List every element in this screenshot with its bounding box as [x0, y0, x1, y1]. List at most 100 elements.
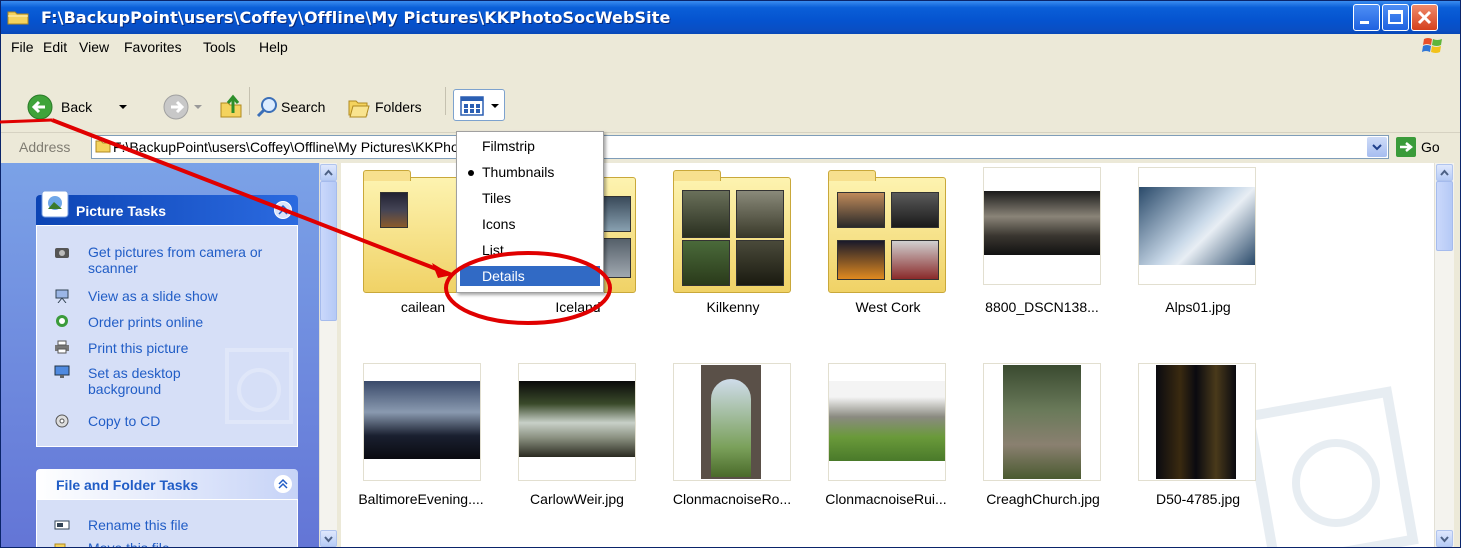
- task-copy-to-cd[interactable]: Copy to CD: [88, 413, 160, 429]
- menu-option-tiles[interactable]: Tiles: [460, 188, 600, 208]
- back-arrow-icon: [27, 94, 53, 120]
- photo-preview: [1003, 365, 1081, 479]
- folder-icon: [828, 170, 946, 293]
- image-thumbnail[interactable]: [518, 363, 636, 481]
- menu-bar: File Edit View Favorites Tools Help: [1, 34, 1460, 60]
- close-icon: [1417, 10, 1432, 25]
- photo-preview: [1139, 187, 1255, 265]
- chevron-down-icon: [1440, 536, 1449, 543]
- task-set-desktop-background[interactable]: Set as desktop background: [88, 365, 248, 397]
- explorer-window: F:\BackupPoint\users\Coffey\Offline\My P…: [0, 0, 1461, 548]
- rename-icon: [54, 520, 70, 530]
- image-thumbnail[interactable]: [1138, 363, 1256, 481]
- scroll-thumb[interactable]: [320, 181, 337, 321]
- option-label: Details: [482, 268, 525, 284]
- chevron-down-icon: [491, 104, 499, 108]
- toolbar-separator: [249, 87, 250, 115]
- chevron-down-icon: [194, 105, 202, 109]
- selected-bullet-icon: [468, 170, 474, 176]
- picture-tasks-title: Picture Tasks: [76, 203, 167, 219]
- scroll-up-button[interactable]: [320, 164, 337, 181]
- go-label[interactable]: Go: [1421, 139, 1440, 155]
- search-button[interactable]: Search: [255, 93, 337, 121]
- file-name[interactable]: cailean: [363, 299, 483, 315]
- photo-preview: [984, 191, 1100, 255]
- menu-option-icons[interactable]: Icons: [460, 214, 600, 234]
- go-button[interactable]: [1396, 137, 1416, 157]
- views-menu: Filmstrip Thumbnails Tiles Icons List De…: [456, 131, 604, 293]
- image-thumbnail[interactable]: [983, 167, 1101, 285]
- task-order-prints[interactable]: Order prints online: [88, 314, 203, 330]
- maximize-button[interactable]: [1382, 4, 1409, 31]
- minimize-button[interactable]: [1353, 4, 1380, 31]
- folder-icon: [7, 11, 29, 25]
- image-thumbnail[interactable]: [828, 363, 946, 481]
- scroll-up-button[interactable]: [1436, 164, 1453, 181]
- file-name[interactable]: Iceland: [518, 299, 638, 315]
- option-label: Thumbnails: [482, 164, 555, 180]
- file-view-scrollbar[interactable]: [1434, 163, 1454, 547]
- file-name[interactable]: 8800_DSCN138...: [966, 299, 1118, 315]
- task-rename-file[interactable]: Rename this file: [88, 517, 188, 533]
- back-button[interactable]: Back: [27, 93, 152, 121]
- menu-option-thumbnails[interactable]: Thumbnails: [460, 162, 600, 182]
- views-button[interactable]: [453, 89, 505, 121]
- photo-preview: [364, 381, 480, 459]
- forward-button[interactable]: [163, 93, 208, 121]
- up-folder-icon[interactable]: [219, 93, 243, 119]
- menu-file[interactable]: File: [11, 39, 34, 55]
- order-prints-icon: [56, 315, 68, 327]
- menu-favorites[interactable]: Favorites: [124, 39, 182, 55]
- scroll-thumb[interactable]: [1436, 181, 1453, 251]
- collapse-picture-tasks-button[interactable]: [274, 201, 292, 219]
- menu-edit[interactable]: Edit: [43, 39, 67, 55]
- menu-option-details[interactable]: Details: [460, 266, 600, 286]
- desktop-background-icon: [54, 365, 70, 378]
- picture-tasks-header[interactable]: Picture Tasks: [36, 190, 298, 225]
- file-name[interactable]: BaltimoreEvening....: [341, 491, 501, 507]
- task-slide-show[interactable]: View as a slide show: [88, 288, 218, 304]
- file-name[interactable]: Alps01.jpg: [1138, 299, 1258, 315]
- photo-preview: [829, 381, 945, 461]
- title-bar[interactable]: F:\BackupPoint\users\Coffey\Offline\My P…: [1, 1, 1460, 34]
- watermark-picture-icon: [1243, 386, 1419, 547]
- image-thumbnail[interactable]: [673, 363, 791, 481]
- image-thumbnail[interactable]: [363, 363, 481, 481]
- menu-option-list[interactable]: List: [460, 240, 600, 260]
- file-name[interactable]: D50-4785.jpg: [1133, 491, 1263, 507]
- file-name[interactable]: CreaghChurch.jpg: [963, 491, 1123, 507]
- collapse-file-tasks-button[interactable]: [274, 475, 292, 493]
- option-label: Tiles: [482, 190, 512, 206]
- go-arrow-icon: [1400, 142, 1414, 152]
- task-pane-scrollbar[interactable]: [319, 163, 337, 547]
- file-name[interactable]: Kilkenny: [673, 299, 793, 315]
- file-name[interactable]: West Cork: [828, 299, 948, 315]
- scroll-down-button[interactable]: [320, 530, 337, 547]
- address-dropdown-button[interactable]: [1367, 137, 1387, 157]
- folders-button[interactable]: Folders: [347, 93, 439, 121]
- option-label: List: [482, 242, 504, 258]
- chevron-up-icon: [1440, 169, 1449, 176]
- chevron-down-icon: [119, 105, 127, 109]
- address-label: Address: [19, 139, 71, 155]
- file-folder-tasks-header[interactable]: File and Folder Tasks: [36, 469, 298, 499]
- task-print-picture[interactable]: Print this picture: [88, 340, 188, 356]
- task-get-pictures[interactable]: Get pictures from camera or scanner: [88, 244, 278, 276]
- views-icon: [460, 96, 484, 116]
- file-name[interactable]: ClonmacnoiseRui...: [806, 491, 966, 507]
- scroll-down-button[interactable]: [1436, 530, 1453, 547]
- close-button[interactable]: [1411, 4, 1438, 31]
- file-name[interactable]: CarlowWeir.jpg: [501, 491, 653, 507]
- file-name[interactable]: ClonmacnoiseRo...: [656, 491, 808, 507]
- task-move-file[interactable]: Move this file: [88, 540, 170, 547]
- menu-option-filmstrip[interactable]: Filmstrip: [460, 136, 600, 156]
- search-label: Search: [281, 99, 326, 115]
- photo-preview: [519, 381, 635, 457]
- menu-view[interactable]: View: [79, 39, 109, 55]
- window-title: F:\BackupPoint\users\Coffey\Offline\My P…: [41, 8, 671, 27]
- menu-help[interactable]: Help: [259, 39, 288, 55]
- image-thumbnail[interactable]: [1138, 167, 1256, 285]
- menu-tools[interactable]: Tools: [203, 39, 236, 55]
- search-icon: [256, 97, 277, 118]
- image-thumbnail[interactable]: [983, 363, 1101, 481]
